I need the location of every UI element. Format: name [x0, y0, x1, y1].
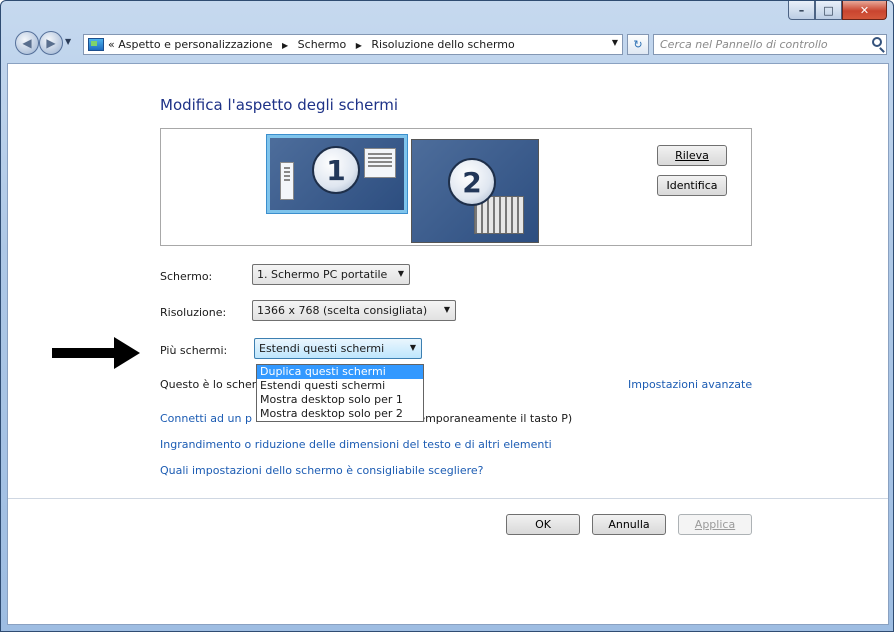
breadcrumb-separator-icon[interactable]: ▶	[282, 41, 288, 50]
which-settings-link[interactable]: Quali impostazioni dello schermo è consi…	[160, 464, 484, 477]
breadcrumb-display[interactable]: Schermo	[298, 38, 347, 51]
dropdown-option-only-1[interactable]: Mostra desktop solo per 1	[257, 393, 423, 407]
ok-button[interactable]: OK	[506, 514, 580, 535]
apply-button[interactable]: Applica	[678, 514, 752, 535]
chevron-down-icon: ▼	[397, 269, 404, 278]
chevron-down-icon: ▼	[409, 343, 416, 352]
refresh-button[interactable]: ↻	[627, 34, 649, 55]
cancel-button-label: Annulla	[608, 518, 650, 531]
monitor-2[interactable]: 2	[411, 139, 539, 243]
window-thumbnail-icon	[280, 162, 294, 200]
monitor-number-1: 1	[312, 146, 360, 194]
window-thumbnail-icon	[364, 148, 396, 178]
multiple-displays-select[interactable]: Estendi questi schermi ▼	[254, 338, 422, 359]
search-placeholder: Cerca nel Pannello di controllo	[660, 38, 828, 51]
close-button[interactable]: ✕	[842, 1, 887, 20]
search-icon[interactable]	[872, 37, 882, 47]
breadcrumb: « Aspetto e personalizzazione ▶ Schermo …	[108, 38, 515, 51]
dropdown-option-extend[interactable]: Estendi questi schermi	[257, 379, 423, 393]
detect-button[interactable]: Rileva	[657, 145, 727, 166]
caption-buttons: – □ ✕	[788, 1, 887, 23]
identify-button-label: Identifica	[666, 179, 718, 192]
maximize-button[interactable]: □	[815, 1, 842, 20]
resolution-label: Risoluzione:	[160, 306, 227, 319]
connect-projector-suffix: temporaneamente il tasto P)	[414, 412, 573, 425]
control-panel-icon	[88, 38, 104, 51]
apply-button-label: Applica	[694, 518, 736, 531]
right-arrow-icon	[52, 337, 140, 369]
detect-button-label: Rileva	[675, 149, 709, 162]
breadcrumb-appearance[interactable]: Aspetto e personalizzazione	[118, 38, 272, 51]
page-title: Modifica l'aspetto degli schermi	[160, 96, 399, 114]
multiple-displays-dropdown: Duplica questi schermi Estendi questi sc…	[256, 364, 424, 422]
monitor-number-2: 2	[448, 158, 496, 206]
cancel-button[interactable]: Annulla	[592, 514, 666, 535]
breadcrumb-overflow[interactable]: «	[108, 38, 115, 51]
forward-arrow-icon: ▶	[46, 36, 56, 50]
dropdown-option-only-2[interactable]: Mostra desktop solo per 2	[257, 407, 423, 421]
address-dropdown-icon[interactable]: ▼	[612, 38, 618, 47]
connect-projector-link[interactable]: Connetti ad un p	[160, 412, 252, 425]
advanced-settings-link[interactable]: Impostazioni avanzate	[628, 378, 752, 391]
address-bar[interactable]: « Aspetto e personalizzazione ▶ Schermo …	[83, 34, 623, 55]
back-button[interactable]: ◀	[15, 31, 39, 55]
display-select-value: 1. Schermo PC portatile	[257, 268, 388, 281]
multiple-displays-label: Più schermi:	[160, 344, 228, 357]
resolution-select[interactable]: 1366 x 768 (scelta consigliata) ▼	[252, 300, 456, 321]
back-arrow-icon: ◀	[22, 36, 32, 50]
identify-button[interactable]: Identifica	[657, 175, 727, 196]
navigation-bar: ◀ ▶ ▼ « Aspetto e personalizzazione ▶ Sc…	[7, 29, 889, 59]
main-display-text: Questo è lo scher	[160, 378, 257, 391]
search-input[interactable]: Cerca nel Pannello di controllo	[653, 34, 887, 55]
monitor-1[interactable]: 1	[267, 135, 407, 213]
breadcrumb-separator-icon[interactable]: ▶	[356, 41, 362, 50]
resolution-select-value: 1366 x 768 (scelta consigliata)	[257, 304, 428, 317]
multiple-displays-select-value: Estendi questi schermi	[259, 342, 385, 355]
forward-button[interactable]: ▶	[39, 31, 63, 55]
chevron-down-icon: ▼	[65, 37, 72, 46]
chevron-down-icon: ▼	[443, 305, 450, 314]
content-pane: Modifica l'aspetto degli schermi 1 2 Ril…	[7, 63, 889, 625]
minimize-button[interactable]: –	[788, 1, 815, 20]
refresh-icon: ↻	[633, 38, 643, 51]
display-select[interactable]: 1. Schermo PC portatile ▼	[252, 264, 410, 285]
ok-button-label: OK	[535, 518, 551, 531]
recent-pages-dropdown[interactable]: ▼	[65, 37, 77, 49]
display-label: Schermo:	[160, 270, 213, 283]
control-panel-window: – □ ✕ ◀ ▶ ▼ « Aspetto e personalizzazion…	[0, 0, 894, 632]
breadcrumb-resolution[interactable]: Risoluzione dello schermo	[371, 38, 514, 51]
dropdown-option-duplicate[interactable]: Duplica questi schermi	[257, 365, 423, 379]
monitor-preview: 1 2 Rileva Identifica	[160, 128, 752, 246]
text-size-link[interactable]: Ingrandimento o riduzione delle dimensio…	[160, 438, 552, 451]
divider	[8, 498, 888, 499]
